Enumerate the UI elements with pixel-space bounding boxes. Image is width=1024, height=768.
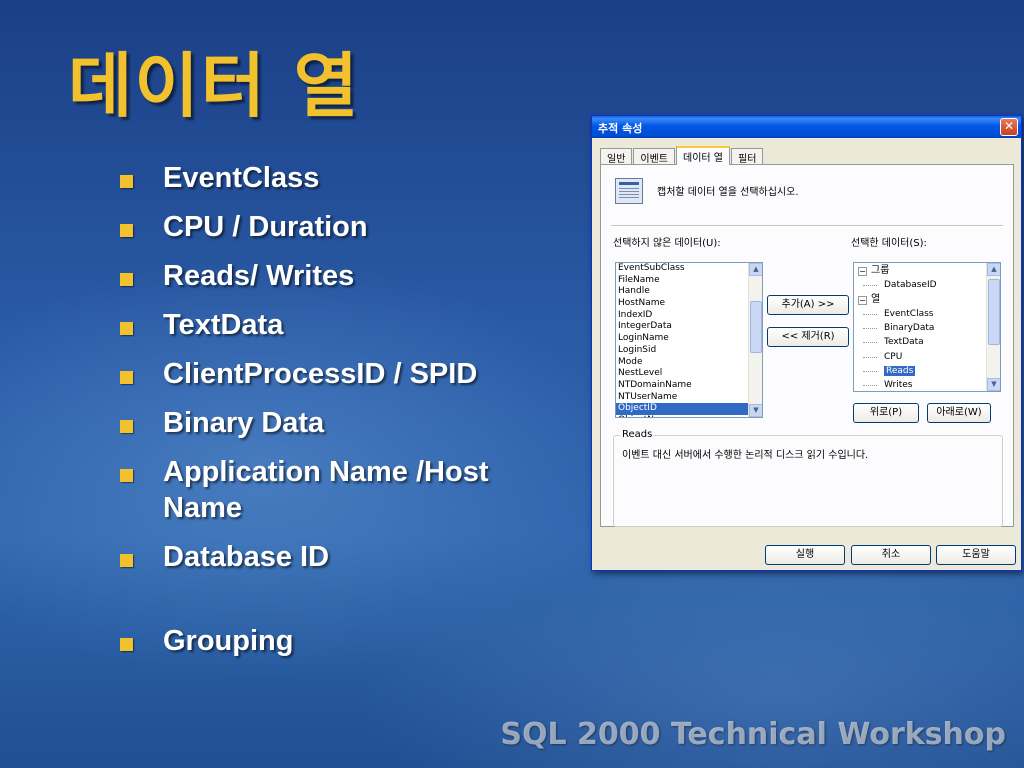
description-groupbox: Reads 이벤트 대신 서버에서 수행한 논리적 디스크 읽기 수입니다. [613,429,1003,527]
bullet-square-icon [120,554,133,567]
scroll-up-icon[interactable]: ▲ [749,263,762,276]
list-scrollbar[interactable]: ▲ ▼ [748,263,762,417]
bullet-square-icon [120,638,133,651]
help-button[interactable]: 도움말 [936,545,1016,565]
tab-filters[interactable]: 필터 [731,148,764,165]
slide-title: 데이터 열 [68,45,360,127]
bullet-item: Application Name /Host Name [120,454,560,526]
tab-panel: 캡처할 데이터 열을 선택하십시오. 선택하지 않은 데이터(U): 선택한 데… [600,164,1014,527]
tree-item[interactable]: EventClass [854,307,1000,321]
bullet-square-icon [120,273,133,286]
bullet-item: Binary Data [120,405,560,441]
bullet-item: Database ID [120,539,560,575]
bullet-item: Reads/ Writes [120,258,560,294]
list-items: EventSubClass FileName Handle HostName Index… [616,263,762,417]
list-item[interactable]: EventSubClass [616,263,762,275]
unselected-data-label: 선택하지 않은 데이터(U): [613,238,721,249]
selected-data-tree[interactable]: − 그룹 DatabaseID − 열 EventClass BinaryData … [853,262,1001,392]
tab-strip: 일반 이벤트 데이터 열 필터 [600,146,764,165]
list-item[interactable]: Handle [616,286,762,298]
list-item[interactable]: FileName [616,275,762,287]
list-item[interactable]: LoginName [616,333,762,345]
data-columns-icon [615,178,643,204]
list-item[interactable]: ObjectName [616,415,762,417]
scroll-thumb[interactable] [750,301,762,353]
collapse-icon[interactable]: − [858,267,867,276]
remove-button[interactable]: << 제거(R) [767,327,849,347]
bullet-square-icon [120,371,133,384]
run-button[interactable]: 실행 [765,545,845,565]
bullet-square-icon [120,420,133,433]
scroll-thumb[interactable] [988,279,1000,345]
bullet-square-icon [120,175,133,188]
cancel-button[interactable]: 취소 [851,545,931,565]
description-legend: Reads [620,429,655,440]
dialog-titlebar[interactable]: 추적 속성 ✕ [592,116,1021,138]
list-item[interactable]: ObjectID [616,403,762,415]
bullet-list: EventClass CPU / Duration Reads/ Writes … [120,160,560,672]
scroll-up-icon[interactable]: ▲ [987,263,1000,276]
scroll-down-icon[interactable]: ▼ [987,378,1000,391]
list-item[interactable]: LoginSid [616,345,762,357]
tree-item[interactable]: DatabaseID [854,278,1000,292]
bullet-item: EventClass [120,160,560,196]
collapse-icon[interactable]: − [858,295,867,305]
move-up-button[interactable]: 위로(P) [853,403,919,423]
tree-item[interactable]: Reads [854,364,1000,378]
tree-scrollbar[interactable]: ▲ ▼ [986,263,1000,391]
bullet-item: TextData [120,307,560,343]
list-item[interactable]: HostName [616,298,762,310]
tree-item[interactable]: BinaryData [854,321,1000,335]
bullet-square-icon [120,469,133,482]
tab-data-columns[interactable]: 데이터 열 [676,146,730,165]
bullet-item: Grouping [120,623,560,659]
unselected-data-list[interactable]: EventSubClass FileName Handle HostName Index… [615,262,763,418]
tab-events[interactable]: 이벤트 [633,148,676,165]
move-down-button[interactable]: 아래로(W) [927,403,991,423]
bullet-square-icon [120,224,133,237]
tree-item[interactable]: CPU [854,350,1000,364]
close-icon[interactable]: ✕ [1000,118,1018,136]
trace-properties-dialog: 추적 속성 ✕ 일반 이벤트 데이터 열 필터 캡처할 데이터 열을 선택하십시… [591,115,1022,571]
bullet-item: ClientProcessID / SPID [120,356,560,392]
tree-item[interactable]: TextData [854,335,1000,349]
tree-group-node[interactable]: − 열 [854,293,1000,307]
tab-general[interactable]: 일반 [600,148,633,165]
separator [611,225,1003,227]
tree-group-node[interactable]: − 그룹 [854,264,1000,278]
scroll-down-icon[interactable]: ▼ [749,404,762,417]
list-item[interactable]: NTUserName [616,392,762,404]
tree-item[interactable]: Writes [854,378,1000,391]
selected-data-label: 선택한 데이터(S): [851,238,927,249]
list-item[interactable]: NestLevel [616,368,762,380]
bullet-item: CPU / Duration [120,209,560,245]
panel-description: 캡처할 데이터 열을 선택하십시오. [657,187,799,198]
list-item[interactable]: Mode [616,357,762,369]
list-item[interactable]: IndexID [616,310,762,322]
footer-text: SQL 2000 Technical Workshop [500,717,1006,752]
description-text: 이벤트 대신 서버에서 수행한 논리적 디스크 읽기 수입니다. [622,450,869,461]
bullet-square-icon [120,322,133,335]
list-item[interactable]: NTDomainName [616,380,762,392]
dialog-title: 추적 속성 [598,122,643,135]
add-button[interactable]: 추가(A) >> [767,295,849,315]
list-item[interactable]: IntegerData [616,321,762,333]
